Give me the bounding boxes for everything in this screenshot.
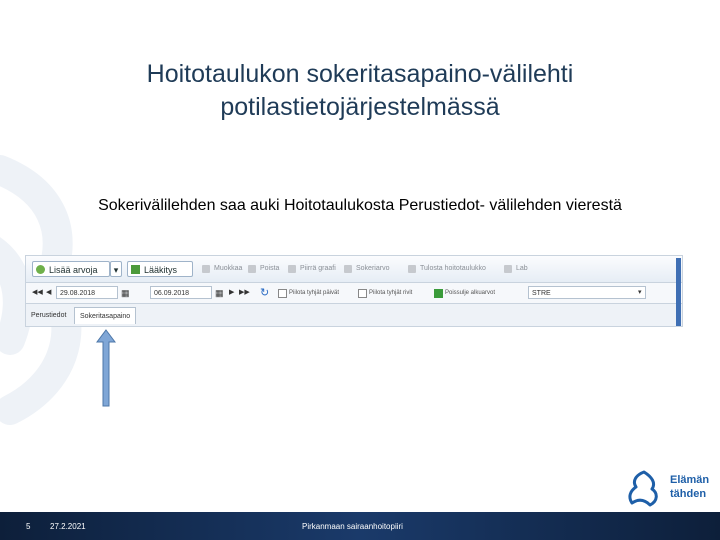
delete-label: Poista [260, 265, 280, 272]
graph-icon [288, 265, 296, 273]
footer-organization: Pirkanmaan sairaanhoitopiiri [302, 522, 403, 531]
print-label: Tulosta hoitotaulukko [420, 265, 486, 272]
checkbox-icon [278, 289, 287, 298]
last-icon[interactable]: ▶▶ [239, 286, 250, 300]
slide-subtitle: Sokerivälilehden saa auki Hoitotaulukost… [98, 197, 622, 214]
footer-bar: 5 27.2.2021 Pirkanmaan sairaanhoitopiiri [0, 512, 720, 540]
up-arrow-icon [96, 329, 116, 407]
tab-bar: Perustiedot Sokeritasapaino [26, 304, 682, 326]
footer-date: 27.2.2021 [50, 522, 86, 531]
lab-tool[interactable]: Lab [504, 262, 528, 276]
slide-number: 5 [26, 522, 31, 531]
tab-sokeritasapaino[interactable]: Sokeritasapaino [74, 307, 137, 324]
delete-tool[interactable]: Poista [248, 262, 279, 276]
hide-empty-rows-label: Piilota tyhjät rivit [369, 290, 413, 296]
medication-label: Lääkitys [144, 265, 178, 275]
checkbox-icon [434, 289, 443, 298]
logo-line-1: Elämän [670, 474, 710, 486]
hide-empty-days-checkbox[interactable]: Piilota tyhjät päivät [278, 286, 339, 300]
app-toolbar: Lisää arvoja ▾ Lääkitys Muokkaa Poista P… [26, 256, 682, 283]
first-icon[interactable]: ◀◀ [32, 286, 43, 300]
logo-line-2: tähden [670, 488, 707, 500]
sugar-value-tool[interactable]: Sokeriarvo [344, 262, 389, 276]
embedded-app-screenshot: Lisää arvoja ▾ Lääkitys Muokkaa Poista P… [25, 255, 683, 327]
medication-icon [131, 265, 140, 274]
slide-title: Hoitotaulukon sokeritasapaino-välilehti … [146, 60, 574, 121]
checkbox-icon [358, 289, 367, 298]
add-icon [36, 265, 45, 274]
next-icon[interactable]: ▶ [229, 286, 234, 300]
refresh-icon[interactable]: ↻ [260, 286, 269, 300]
edit-tool[interactable]: Muokkaa [202, 262, 242, 276]
chevron-down-icon[interactable]: ▾ [638, 286, 642, 300]
scroll-edge [676, 258, 681, 326]
graph-label: Piirrä graafi [300, 265, 336, 272]
sugar-icon [344, 265, 352, 273]
add-values-dropdown[interactable]: ▾ [110, 261, 122, 277]
lab-label: Lab [516, 265, 528, 272]
medication-button[interactable]: Lääkitys [127, 261, 193, 277]
parameter-select[interactable]: STRE [528, 286, 646, 299]
print-icon [408, 265, 416, 273]
date-navigation-bar: ◀◀ ◀ 29.08.2018 ▦ 06.09.2018 ▦ ▶ ▶▶ ↻ Pi… [26, 283, 682, 304]
print-tool[interactable]: Tulosta hoitotaulukko [408, 262, 486, 276]
calendar-to-icon[interactable]: ▦ [215, 286, 224, 300]
exclude-initial-values-checkbox[interactable]: Poissulje alkuarvot [434, 286, 495, 300]
lab-icon [504, 265, 512, 273]
edit-label: Muokkaa [214, 265, 243, 272]
graph-tool[interactable]: Piirrä graafi [288, 262, 336, 276]
calendar-icon[interactable]: ▦ [121, 286, 130, 300]
add-values-label: Lisää arvoja [49, 265, 98, 275]
tab-perustiedot[interactable]: Perustiedot [26, 307, 71, 324]
delete-icon [248, 265, 256, 273]
exclude-initial-values-label: Poissulje alkuarvot [445, 290, 496, 296]
prev-icon[interactable]: ◀ [46, 286, 51, 300]
hide-empty-days-label: Piilota tyhjät päivät [289, 290, 340, 296]
edit-icon [202, 265, 210, 273]
date-to-field[interactable]: 06.09.2018 [150, 286, 212, 299]
logo-text: Elämän tähden [670, 473, 709, 501]
hide-empty-rows-checkbox[interactable]: Piilota tyhjät rivit [358, 286, 412, 300]
sugar-value-label: Sokeriarvo [356, 265, 390, 272]
add-values-button[interactable]: Lisää arvoja [32, 261, 110, 277]
date-from-field[interactable]: 29.08.2018 [56, 286, 118, 299]
